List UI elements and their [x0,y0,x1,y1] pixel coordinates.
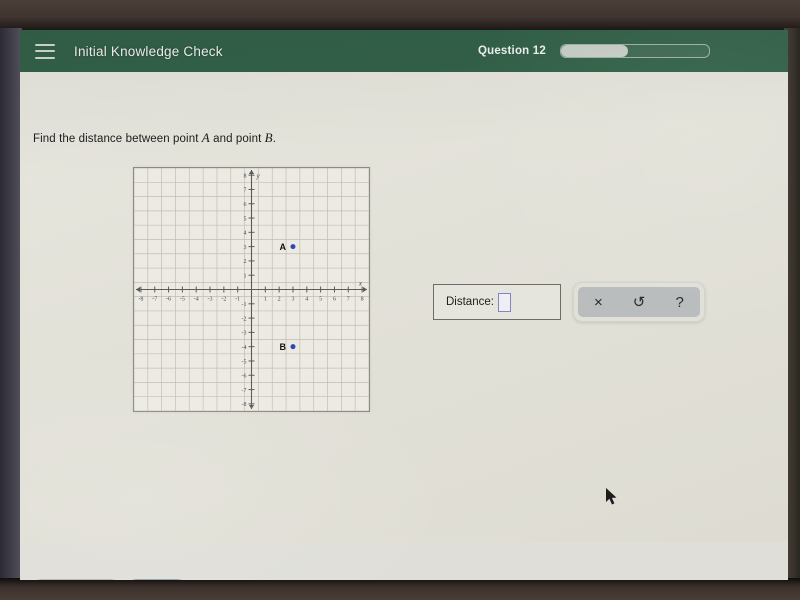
point-b-name: B [264,130,273,145]
help-icon[interactable]: ? [667,295,693,310]
coordinate-plane: -8 -7 -6 -5 -4 -3 -2 -1 1 2 3 4 5 6 7 8 -8 -7 -6 -5 -4 -3 -2 -1… [133,167,370,412]
svg-text:-8: -8 [242,402,247,408]
progress-bar [560,44,710,58]
svg-text:-8: -8 [138,297,143,303]
question-prompt-middle: and point [209,133,265,145]
svg-text:6: 6 [244,202,247,208]
svg-text:7: 7 [347,297,350,303]
svg-text:7: 7 [244,188,247,194]
distance-input[interactable] [497,292,511,312]
svg-text:-1: -1 [235,297,240,303]
device-bezel-left [0,28,22,584]
hamburger-icon[interactable] [35,43,55,59]
svg-text:B: B [279,342,286,352]
svg-text:-6: -6 [166,297,171,303]
svg-text:-2: -2 [221,297,226,303]
math-tool-palette-inner: × ↺ ? [578,287,700,317]
app-header: Initial Knowledge Check Question 12 [20,30,788,72]
device-bezel-bottom [0,578,800,600]
svg-text:-7: -7 [152,297,157,303]
dont-know-button[interactable]: I Don't Know [30,579,122,580]
answer-field-group[interactable]: Distance: [433,284,561,320]
svg-text:5: 5 [319,297,322,303]
point-a-name: A [201,130,210,145]
svg-text:4: 4 [244,231,247,237]
device-bezel-top [0,0,800,32]
svg-text:1: 1 [244,274,247,280]
mouse-cursor-icon [606,488,617,505]
question-content: Find the distance between point A and po… [20,72,788,580]
svg-text:1: 1 [264,297,267,303]
app-screen: Initial Knowledge Check Question 12 Find… [20,30,788,580]
svg-text:-2: -2 [242,316,247,322]
submit-button[interactable]: Submit [125,579,189,580]
svg-text:y: y [256,172,261,180]
math-tool-palette: × ↺ ? [573,282,705,322]
svg-text:-4: -4 [194,297,199,303]
svg-text:-6: -6 [242,374,247,380]
svg-text:3: 3 [244,245,247,251]
coordinate-plane-svg: -8 -7 -6 -5 -4 -3 -2 -1 1 2 3 4 5 6 7 8 -8 -7 -6 -5 -4 -3 -2 -1… [134,168,369,411]
svg-text:x: x [358,280,363,288]
question-progress-group: Question 12 [478,30,710,72]
question-prompt-prefix: Find the distance between point [33,133,202,145]
svg-text:-5: -5 [242,359,247,365]
svg-text:6: 6 [333,297,336,303]
svg-text:2: 2 [244,259,247,265]
svg-text:-1: -1 [242,302,247,308]
svg-text:-3: -3 [208,297,213,303]
svg-text:A: A [279,242,286,252]
svg-text:5: 5 [244,216,247,222]
page-title: Initial Knowledge Check [74,43,223,59]
question-prompt: Find the distance between point A and po… [33,130,276,146]
svg-text:-7: -7 [242,388,247,394]
svg-text:2: 2 [278,297,281,303]
progress-bar-fill [561,45,628,57]
question-counter-label: Question 12 [477,45,546,57]
distance-label: Distance: [446,296,494,308]
undo-icon[interactable]: ↺ [626,295,652,310]
svg-text:-5: -5 [180,297,185,303]
svg-text:3: 3 [291,297,294,303]
svg-text:4: 4 [305,297,308,303]
svg-text:8: 8 [244,173,247,179]
clear-icon[interactable]: × [585,295,611,310]
svg-text:-4: -4 [242,345,247,351]
svg-text:-3: -3 [242,331,247,337]
question-prompt-suffix: . [272,133,276,145]
svg-text:8: 8 [361,297,364,303]
